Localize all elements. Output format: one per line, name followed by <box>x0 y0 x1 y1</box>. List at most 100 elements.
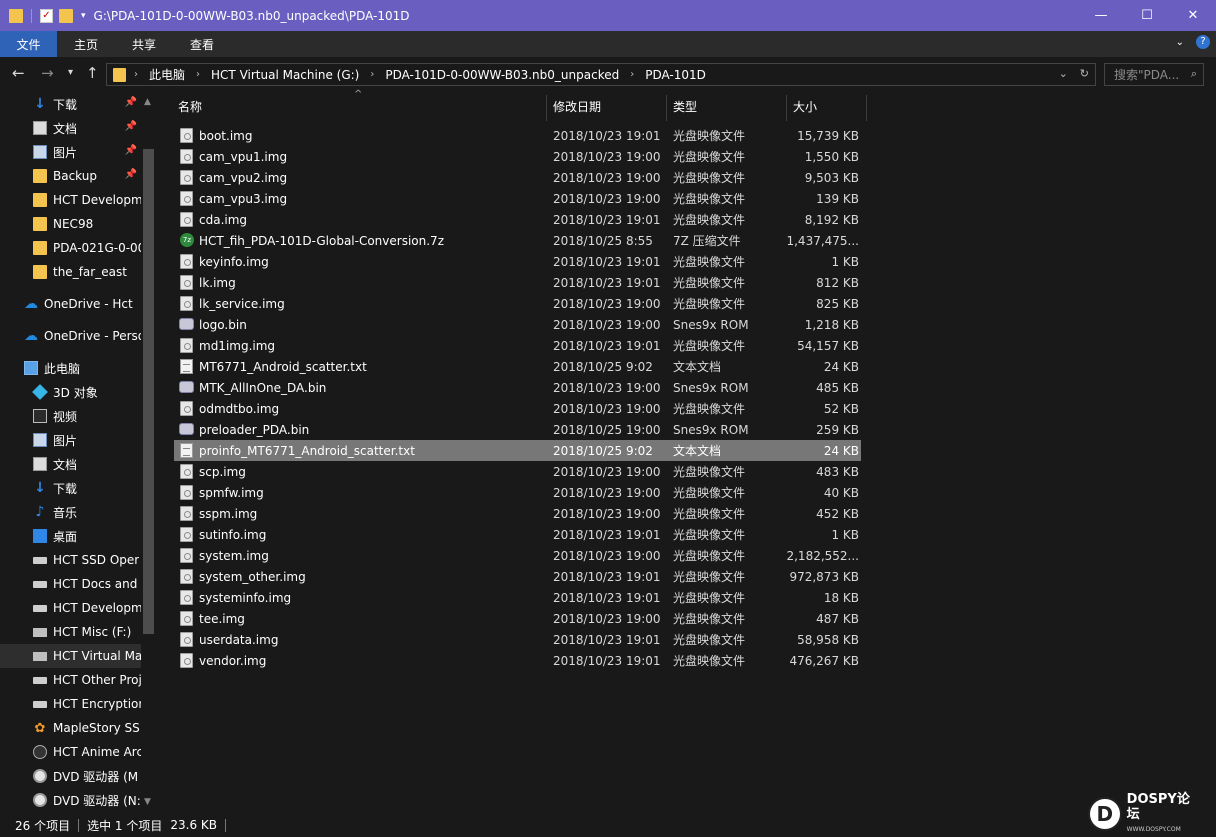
properties-icon[interactable]: ✓ <box>40 8 53 23</box>
breadcrumb-unpacked-folder[interactable]: PDA-101D-0-00WW-B03.nb0_unpacked <box>385 68 619 82</box>
minimize-button[interactable]: — <box>1078 0 1124 31</box>
column-header-type[interactable]: 类型 <box>666 91 786 121</box>
forward-arrow-icon[interactable]: → <box>41 64 54 82</box>
tab-view[interactable]: 查看 <box>173 31 231 57</box>
sidebar-item-drive-development[interactable]: HCT Developm <box>0 596 141 620</box>
sidebar-item-backup[interactable]: Backup 📌 <box>0 164 141 188</box>
download-icon: ↓ <box>34 480 46 496</box>
pin-icon[interactable]: 📌 <box>125 121 137 132</box>
recent-locations-icon[interactable]: ▾ <box>68 67 73 78</box>
file-row[interactable]: scp.img 2018/10/23 19:00 光盘映像文件 483 KB <box>174 461 861 482</box>
sidebar-item-drive-anime[interactable]: HCT Anime Arc <box>0 740 141 764</box>
file-row[interactable]: sutinfo.img 2018/10/23 19:01 光盘映像文件 1 KB <box>174 524 861 545</box>
chevron-right-icon[interactable]: › <box>370 69 374 80</box>
file-row[interactable]: tee.img 2018/10/23 19:00 光盘映像文件 487 KB <box>174 608 861 629</box>
new-folder-icon[interactable] <box>59 8 73 23</box>
sidebar-item-hct-development[interactable]: HCT Developm <box>0 188 141 212</box>
file-row[interactable]: system_other.img 2018/10/23 19:01 光盘映像文件 97… <box>174 566 861 587</box>
file-row[interactable]: odmdtbo.img 2018/10/23 19:00 光盘映像文件 52 KB <box>174 398 861 419</box>
scroll-up-icon[interactable]: ▲ <box>144 97 151 107</box>
chevron-down-icon[interactable]: ▾ <box>81 11 86 21</box>
file-row[interactable]: preloader_PDA.bin 2018/10/25 19:00 Snes9x … <box>174 419 861 440</box>
search-input[interactable]: 搜索"PDA... ⌕ <box>1104 63 1204 86</box>
expand-ribbon-icon[interactable]: ⌄ <box>1176 37 1184 48</box>
sidebar-item-desktop[interactable]: 桌面 <box>0 524 141 548</box>
chevron-right-icon[interactable]: › <box>630 69 634 80</box>
sidebar-item-label: HCT Developm <box>53 193 141 207</box>
sidebar-item-music[interactable]: ♪ 音乐 <box>0 500 141 524</box>
file-row[interactable]: cam_vpu2.img 2018/10/23 19:00 光盘映像文件 9,503 … <box>174 167 861 188</box>
sidebar-item-drive-virtual-machine[interactable]: HCT Virtual Ma <box>0 644 141 668</box>
file-row[interactable]: 7z HCT_fih_PDA-101D-Global-Conversion.7z 2… <box>174 230 861 251</box>
file-date: 2018/10/25 19:00 <box>553 422 661 437</box>
sidebar-item-drive-docs[interactable]: HCT Docs and <box>0 572 141 596</box>
breadcrumb-current-folder[interactable]: PDA-101D <box>645 68 706 82</box>
sidebar-item-drive-other-projects[interactable]: HCT Other Proj <box>0 668 141 692</box>
sidebar-item-pictures[interactable]: 图片 📌 <box>0 140 141 164</box>
file-row[interactable]: lk.img 2018/10/23 19:01 光盘映像文件 812 KB <box>174 272 861 293</box>
file-row[interactable]: lk_service.img 2018/10/23 19:00 光盘映像文件 825 … <box>174 293 861 314</box>
column-header-date[interactable]: 修改日期 <box>546 91 666 121</box>
address-dropdown-icon[interactable]: ⌄ <box>1059 67 1068 80</box>
chevron-right-icon[interactable]: › <box>196 69 200 80</box>
sidebar-item-drive-misc[interactable]: HCT Misc (F:) <box>0 620 141 644</box>
sidebar-scrollbar-thumb[interactable] <box>143 149 154 634</box>
file-row[interactable]: sspm.img 2018/10/23 19:00 光盘映像文件 452 KB <box>174 503 861 524</box>
column-divider[interactable] <box>866 95 867 121</box>
file-row[interactable]: MT6771_Android_scatter.txt 2018/10/25 9:0… <box>174 356 861 377</box>
tab-share[interactable]: 共享 <box>115 31 173 57</box>
sidebar-item-dvd-n[interactable]: DVD 驱动器 (N: <box>0 788 141 812</box>
file-row[interactable]: cam_vpu1.img 2018/10/23 19:00 光盘映像文件 1,550 … <box>174 146 861 167</box>
pin-icon[interactable]: 📌 <box>125 97 137 108</box>
file-row[interactable]: cam_vpu3.img 2018/10/23 19:00 光盘映像文件 139 KB <box>174 188 861 209</box>
sidebar-item-nec98[interactable]: NEC98 <box>0 212 141 236</box>
sidebar-item-drive-encryption[interactable]: HCT Encryption <box>0 692 141 716</box>
file-row[interactable]: spmfw.img 2018/10/23 19:00 光盘映像文件 40 KB <box>174 482 861 503</box>
file-row[interactable]: system.img 2018/10/23 19:00 光盘映像文件 2,182,55… <box>174 545 861 566</box>
file-row[interactable]: keyinfo.img 2018/10/23 19:01 光盘映像文件 1 KB <box>174 251 861 272</box>
sidebar-item-videos[interactable]: 视频 <box>0 404 141 428</box>
help-icon[interactable]: ? <box>1196 35 1210 49</box>
sidebar-item-pda-021g[interactable]: PDA-021G-0-00 <box>0 236 141 260</box>
file-row[interactable]: userdata.img 2018/10/23 19:01 光盘映像文件 58,958… <box>174 629 861 650</box>
sidebar-item-dvd-m[interactable]: DVD 驱动器 (M <box>0 764 141 788</box>
sidebar-item-onedrive-hct[interactable]: ☁ OneDrive - Hct <box>0 292 141 316</box>
sidebar-item-label: 文档 <box>53 457 78 472</box>
pin-icon[interactable]: 📌 <box>125 145 137 156</box>
tab-file[interactable]: 文件 <box>0 31 57 57</box>
refresh-icon[interactable]: ↻ <box>1080 67 1089 80</box>
maximize-button[interactable]: ☐ <box>1124 0 1170 31</box>
sidebar-item-drive-maplestory[interactable]: ✿ MapleStory SS <box>0 716 141 740</box>
file-row[interactable]: md1img.img 2018/10/23 19:01 光盘映像文件 54,157 K… <box>174 335 861 356</box>
back-arrow-icon[interactable]: ← <box>12 64 25 82</box>
breadcrumb-this-pc[interactable]: 此电脑 <box>149 66 185 83</box>
scroll-down-icon[interactable]: ▼ <box>144 797 151 807</box>
address-bar[interactable]: › 此电脑 › HCT Virtual Machine (G:) › PDA-1… <box>106 63 1096 86</box>
file-row[interactable]: boot.img 2018/10/23 19:01 光盘映像文件 15,739 KB <box>174 125 861 146</box>
chevron-right-icon[interactable]: › <box>134 69 138 80</box>
up-arrow-icon[interactable]: ↑ <box>86 64 99 82</box>
sidebar-item-documents-pc[interactable]: 文档 <box>0 452 141 476</box>
sidebar-item-downloads[interactable]: ↓ 下载 📌 <box>0 92 141 116</box>
sidebar-item-documents[interactable]: 文档 📌 <box>0 116 141 140</box>
close-button[interactable]: ✕ <box>1170 0 1216 31</box>
sidebar-item-downloads-pc[interactable]: ↓ 下载 <box>0 476 141 500</box>
search-icon[interactable]: ⌕ <box>1191 67 1197 81</box>
file-row[interactable]: vendor.img 2018/10/23 19:01 光盘映像文件 476,267 … <box>174 650 861 671</box>
sidebar-item-pictures-pc[interactable]: 图片 <box>0 428 141 452</box>
sidebar-item-onedrive-personal[interactable]: ☁ OneDrive - Perso <box>0 324 141 348</box>
pin-icon[interactable]: 📌 <box>125 169 137 180</box>
sidebar-item-drive-ssd[interactable]: HCT SSD Oper <box>0 548 141 572</box>
sidebar-item-3d-objects[interactable]: 3D 对象 <box>0 380 141 404</box>
file-row[interactable]: logo.bin 2018/10/23 19:00 Snes9x ROM 1,218 … <box>174 314 861 335</box>
tab-home[interactable]: 主页 <box>57 31 115 57</box>
column-header-name[interactable]: 名称 <box>171 91 547 121</box>
file-row[interactable]: systeminfo.img 2018/10/23 19:01 光盘映像文件 18 K… <box>174 587 861 608</box>
file-row[interactable]: MTK_AllInOne_DA.bin 2018/10/23 19:00 Snes9… <box>174 377 861 398</box>
sidebar-item-the-far-east[interactable]: the_far_east <box>0 260 141 284</box>
breadcrumb-drive[interactable]: HCT Virtual Machine (G:) <box>211 68 359 82</box>
file-row[interactable]: proinfo_MT6771_Android_scatter.txt 2018/1… <box>174 440 861 461</box>
column-header-size[interactable]: 大小 <box>786 91 866 121</box>
sidebar-item-this-pc[interactable]: 此电脑 <box>0 356 141 380</box>
file-row[interactable]: cda.img 2018/10/23 19:01 光盘映像文件 8,192 KB <box>174 209 861 230</box>
